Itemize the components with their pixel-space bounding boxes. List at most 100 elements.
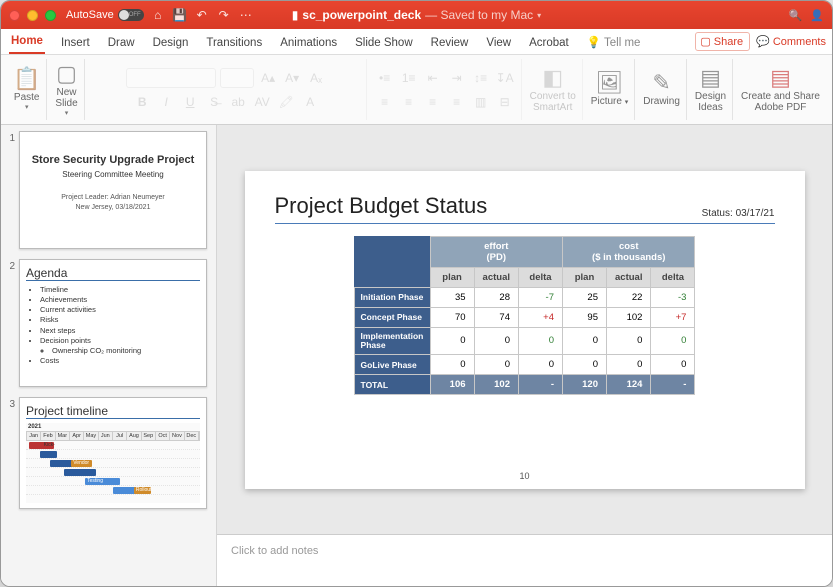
redo-icon[interactable]: ↷	[216, 7, 232, 23]
notes-placeholder: Click to add notes	[231, 545, 318, 557]
bullets-icon[interactable]: •≡	[375, 68, 395, 88]
picture-group[interactable]: 🖼 Picture ▾	[585, 59, 635, 120]
slide1-loc: New Jersey, 03/18/2021	[26, 203, 200, 213]
line-spacing-icon[interactable]: ↕≡	[471, 68, 491, 88]
slide-thumbnails[interactable]: 1 Store Security Upgrade Project Steerin…	[1, 125, 217, 586]
underline-icon[interactable]: U	[180, 92, 200, 112]
align-text-icon[interactable]: ⊟	[495, 92, 515, 112]
justify-icon[interactable]: ≡	[447, 92, 467, 112]
table-row: Initiation Phase 3528-7 2522-3	[354, 287, 695, 307]
tab-draw[interactable]: Draw	[106, 32, 137, 54]
page-number: 10	[519, 471, 529, 481]
slide1-title: Store Security Upgrade Project	[26, 154, 200, 166]
app-window: AutoSave OFF ⌂ 💾 ↶ ↷ ⋯ ▮ sc_powerpoint_d…	[0, 0, 833, 587]
thumb-number: 2	[5, 259, 15, 387]
align-left-icon[interactable]: ≡	[375, 92, 395, 112]
adobe-group[interactable]: ▤ Create and Share Adobe PDF	[735, 59, 826, 120]
more-icon[interactable]: ⋯	[238, 7, 254, 23]
paragraph-group: •≡ 1≡ ⇤ ⇥ ↕≡ ↧A ≡ ≡ ≡ ≡ ▥ ⊟	[369, 59, 522, 120]
font-color-icon[interactable]: A	[300, 92, 320, 112]
autosave-toggle[interactable]: AutoSave OFF	[66, 9, 144, 21]
increase-font-icon[interactable]: A▴	[258, 68, 278, 88]
gantt-chart: 2021 JanFebMarAprMayJunJulAugSepOctNovDe…	[26, 423, 200, 503]
effort-header: effort (PD)	[430, 236, 562, 267]
chevron-down-icon[interactable]: ▾	[25, 103, 29, 111]
table-row: GoLive Phase 000 000	[354, 355, 695, 375]
minimize-icon[interactable]	[27, 10, 38, 21]
strike-icon[interactable]: S̶	[204, 92, 224, 112]
cost-header: cost ($ in thousands)	[563, 236, 695, 267]
thumb-slide-2[interactable]: Agenda Timeline Achievements Current act…	[19, 259, 207, 387]
design-ideas-group[interactable]: ▤ Design Ideas	[689, 59, 733, 120]
tab-home[interactable]: Home	[9, 30, 45, 54]
tab-acrobat[interactable]: Acrobat	[527, 32, 571, 54]
tab-animations[interactable]: Animations	[278, 32, 339, 54]
editor-area: Project Budget Status Status: 03/17/21 e…	[217, 125, 832, 586]
save-icon[interactable]: 💾	[172, 7, 188, 23]
slide-title-text: Project Budget Status	[275, 193, 488, 219]
italic-icon[interactable]: I	[156, 92, 176, 112]
decrease-font-icon[interactable]: A▾	[282, 68, 302, 88]
app-file-icon: ▮	[292, 8, 299, 22]
shadow-icon[interactable]: ab	[228, 92, 248, 112]
indent-inc-icon[interactable]: ⇥	[447, 68, 467, 88]
drawing-group[interactable]: ✎ Drawing	[637, 59, 687, 120]
highlight-icon[interactable]: 🖍	[276, 92, 296, 112]
newslide-group[interactable]: ▢ New Slide ▾	[49, 59, 84, 120]
current-slide[interactable]: Project Budget Status Status: 03/17/21 e…	[245, 171, 805, 489]
tab-tellme[interactable]: 💡 Tell me	[585, 30, 643, 54]
tab-slideshow[interactable]: Slide Show	[353, 32, 415, 54]
ribbon-tabs: Home Insert Draw Design Transitions Anim…	[1, 29, 832, 55]
clipboard-icon: 📋	[13, 68, 40, 90]
font-size-input[interactable]	[220, 68, 254, 88]
filename: sc_powerpoint_deck	[302, 8, 421, 22]
slide1-subtitle: Steering Committee Meeting	[26, 170, 200, 179]
maximize-icon[interactable]	[45, 10, 56, 21]
indent-dec-icon[interactable]: ⇤	[423, 68, 443, 88]
pdf-icon: ▤	[770, 67, 791, 89]
font-name-input[interactable]	[126, 68, 216, 88]
home-icon[interactable]: ⌂	[150, 7, 166, 23]
thumb-number: 3	[5, 397, 15, 509]
titlebar: AutoSave OFF ⌂ 💾 ↶ ↷ ⋯ ▮ sc_powerpoint_d…	[1, 1, 832, 29]
tab-transitions[interactable]: Transitions	[204, 32, 264, 54]
align-center-icon[interactable]: ≡	[399, 92, 419, 112]
thumb-slide-1[interactable]: Store Security Upgrade Project Steering …	[19, 131, 207, 249]
account-icon[interactable]: 👤	[810, 9, 824, 22]
chevron-down-icon[interactable]: ▾	[625, 99, 629, 106]
bold-icon[interactable]: B	[132, 92, 152, 112]
toggle-switch[interactable]: OFF	[118, 9, 144, 21]
spacing-icon[interactable]: AV	[252, 92, 272, 112]
search-icon[interactable]: 🔍	[789, 9, 803, 22]
smartart-icon: ◧	[542, 67, 563, 89]
tab-design[interactable]: Design	[151, 32, 191, 54]
undo-icon[interactable]: ↶	[194, 7, 210, 23]
tab-insert[interactable]: Insert	[59, 32, 92, 54]
clear-format-icon[interactable]: Aₓ	[306, 68, 326, 88]
total-row: TOTAL 106102- 120124-	[354, 375, 695, 395]
notes-pane[interactable]: Click to add notes	[217, 534, 832, 586]
share-button[interactable]: ▢ Share	[695, 32, 750, 51]
tab-view[interactable]: View	[484, 32, 513, 54]
agenda-list: Timeline Achievements Current activities…	[26, 285, 200, 366]
close-icon[interactable]	[9, 10, 20, 21]
thumb-slide-3[interactable]: Project timeline 2021 JanFebMarAprMayJun…	[19, 397, 207, 509]
text-direction-icon[interactable]: ↧A	[495, 68, 515, 88]
chevron-down-icon[interactable]: ▾	[65, 109, 69, 117]
autosave-label: AutoSave	[66, 9, 114, 21]
font-group: A▴ A▾ Aₓ B I U S̶ ab AV 🖍 A	[87, 59, 367, 120]
document-title: ▮ sc_powerpoint_deck — Saved to my Mac ▾	[292, 8, 541, 22]
window-controls	[9, 10, 56, 21]
numbering-icon[interactable]: 1≡	[399, 68, 419, 88]
pen-icon: ✎	[652, 72, 670, 94]
slide-canvas[interactable]: Project Budget Status Status: 03/17/21 e…	[217, 125, 832, 534]
align-right-icon[interactable]: ≡	[423, 92, 443, 112]
smartart-group[interactable]: ◧ Convert to SmartArt	[524, 59, 583, 120]
budget-table: effort (PD) cost ($ in thousands) planac…	[354, 236, 696, 396]
chevron-down-icon[interactable]: ▾	[537, 11, 541, 20]
paste-group[interactable]: 📋 Paste ▾	[7, 59, 47, 120]
columns-icon[interactable]: ▥	[471, 92, 491, 112]
tab-review[interactable]: Review	[429, 32, 471, 54]
slide1-leader: Project Leader: Adrian Neumeyer	[26, 193, 200, 203]
comments-button[interactable]: 💬 Comments	[756, 32, 826, 51]
